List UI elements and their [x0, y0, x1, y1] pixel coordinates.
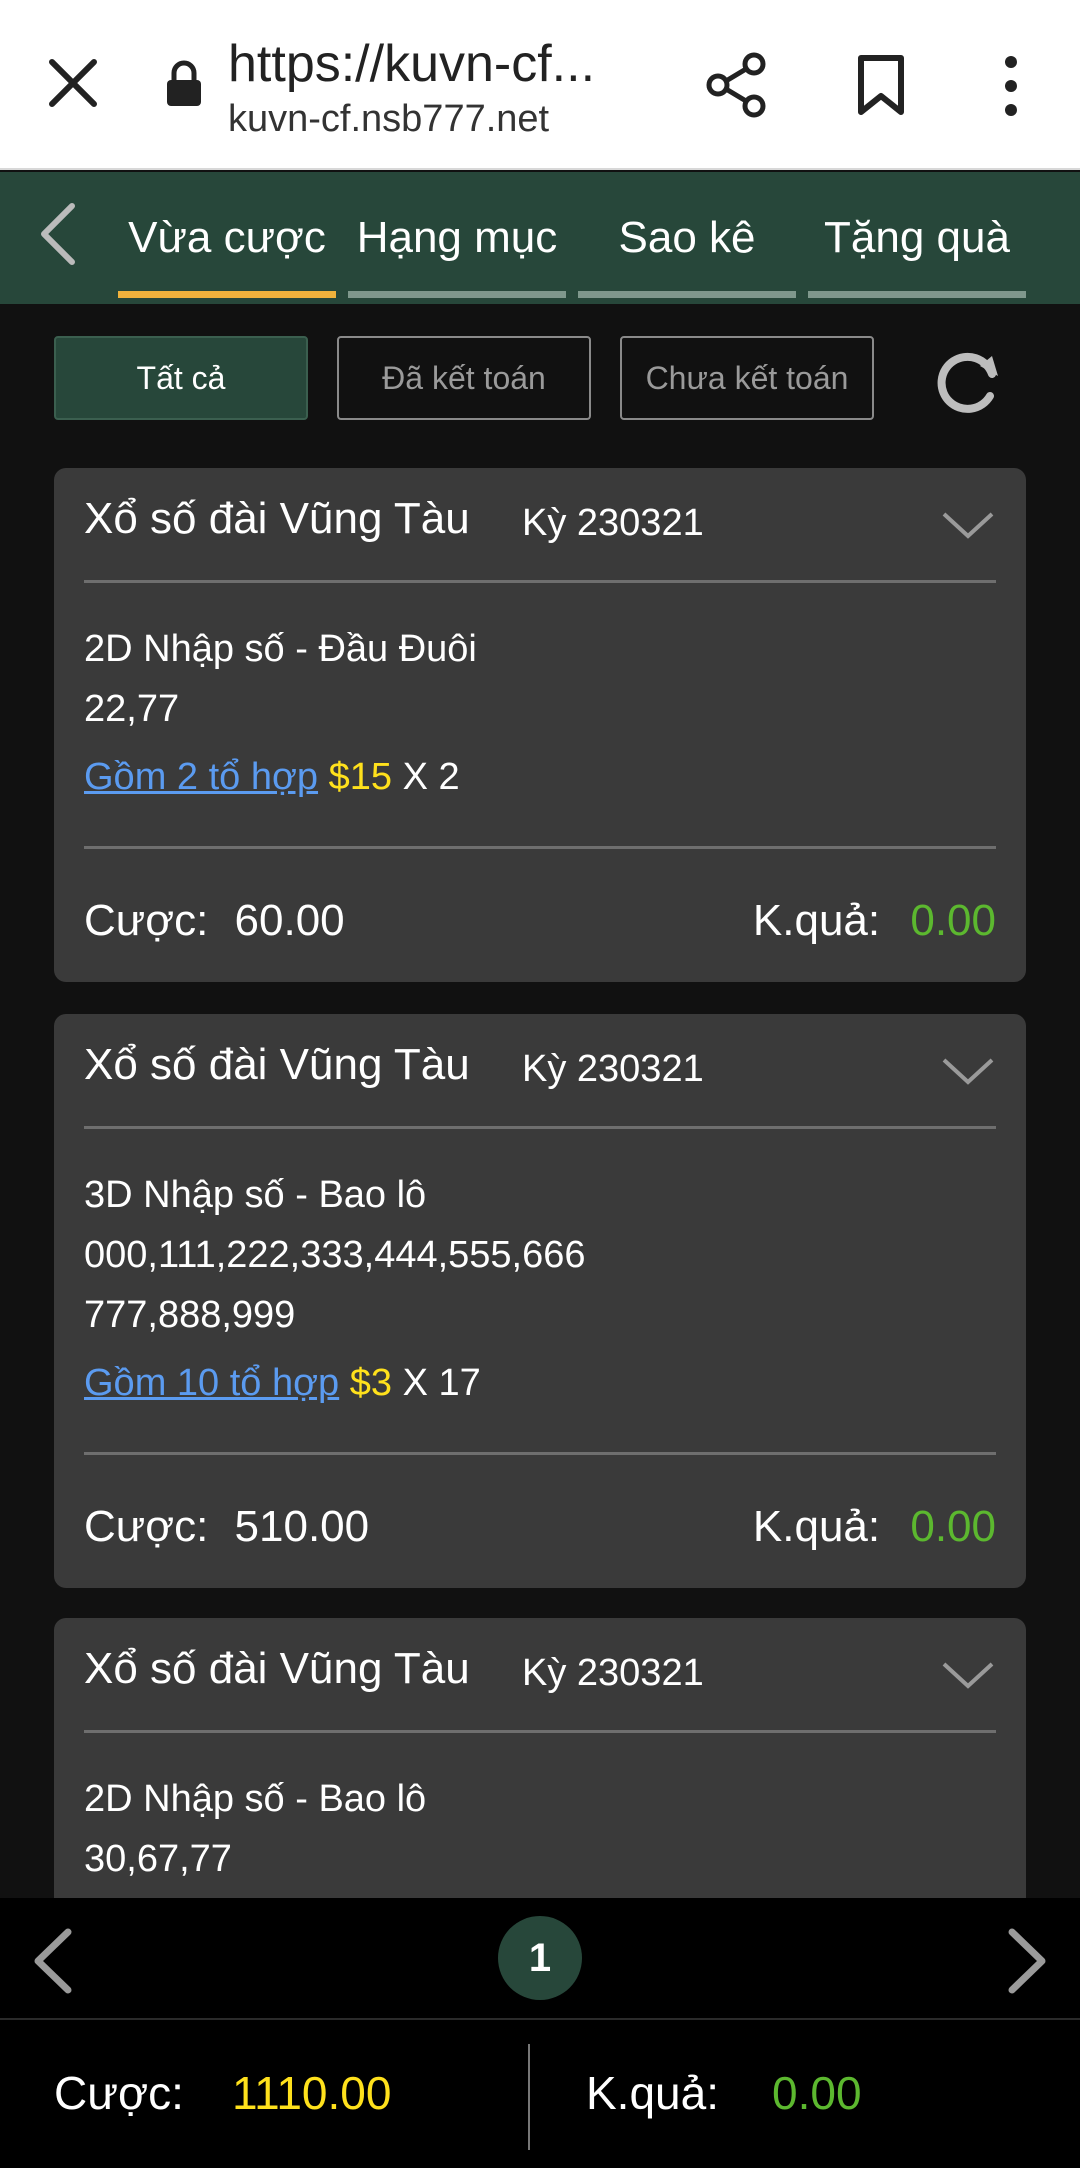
tab-label: Hạng mục: [356, 213, 558, 262]
bet-card[interactable]: Xổ số đài Vũng Tàu Kỳ 230321 2D Nhập số …: [54, 1618, 1026, 1918]
tab-label: Sao kê: [618, 213, 756, 262]
stake-value: 510.00: [234, 1502, 370, 1551]
multiplier: X 17: [402, 1362, 481, 1404]
bet-card[interactable]: Xổ số đài Vũng Tàu Kỳ 230321 2D Nhập số …: [54, 468, 1026, 982]
lock-icon: [167, 60, 201, 106]
filter-all-button[interactable]: Tất cả: [54, 336, 308, 420]
tab-gifts[interactable]: Tặng quà: [808, 172, 1026, 304]
stake-row: Cược: 60.00: [84, 896, 345, 946]
share-icon[interactable]: [706, 52, 768, 118]
divider: [84, 1452, 996, 1455]
tab-label: Vừa cược: [128, 213, 326, 262]
chevron-right-icon[interactable]: [1004, 1926, 1052, 1996]
page-url-title[interactable]: https://kuvn-cf...: [228, 34, 638, 94]
chevron-left-icon[interactable]: [28, 1926, 76, 1996]
tab-recent-bets[interactable]: Vừa cược: [118, 172, 336, 304]
totals-bar: Cược: 1110.00 K.quả: 0.00: [0, 2018, 1080, 2168]
total-stake-value: 1110.00: [232, 2067, 392, 2119]
divider: [84, 580, 996, 583]
tab-indicator: [118, 291, 336, 298]
divider: [528, 2044, 530, 2150]
draw-period: Kỳ 230321: [522, 502, 704, 544]
bet-type: 2D Nhập số - Đầu Đuôi: [84, 628, 477, 670]
total-stake-label: Cược:: [54, 2067, 184, 2119]
bet-type: 3D Nhập số - Bao lô: [84, 1174, 427, 1216]
bet-card[interactable]: Xổ số đài Vũng Tàu Kỳ 230321 3D Nhập số …: [54, 1014, 1026, 1588]
tab-label: Tặng quà: [824, 213, 1010, 262]
category-tab-bar: Vừa cược Hạng mục Sao kê Tặng quà: [0, 172, 1080, 304]
result-row: K.quả: 0.00: [753, 1502, 996, 1552]
divider: [84, 1730, 996, 1733]
stake-row: Cược: 510.00: [84, 1502, 369, 1552]
stake-label: Cược:: [84, 1502, 209, 1551]
combination-link[interactable]: Gồm 10 tổ hợp: [84, 1362, 339, 1404]
chevron-down-icon[interactable]: [940, 508, 996, 542]
bookmark-icon[interactable]: [856, 54, 906, 116]
chevron-down-icon[interactable]: [940, 1054, 996, 1088]
result-value: 0.00: [910, 896, 996, 945]
tab-indicator: [578, 291, 796, 298]
bet-combination-line: Gồm 2 tổ hợp $15 X 2: [84, 756, 460, 799]
result-label: K.quả:: [752, 896, 881, 945]
divider: [84, 1126, 996, 1129]
bet-numbers: 777,888,999: [84, 1294, 296, 1336]
chevron-down-icon[interactable]: [940, 1658, 996, 1692]
lottery-name: Xổ số đài Vũng Tàu: [84, 494, 470, 543]
divider: [84, 846, 996, 849]
bet-numbers: 22,77: [84, 688, 180, 730]
unit-amount: $3: [349, 1362, 393, 1404]
lottery-name: Xổ số đài Vũng Tàu: [84, 1644, 470, 1693]
filter-unsettled-button[interactable]: Chưa kết toán: [620, 336, 874, 420]
tab-indicator: [808, 291, 1026, 298]
tab-statement[interactable]: Sao kê: [578, 172, 796, 304]
result-label: K.quả:: [752, 1502, 881, 1551]
result-row: K.quả: 0.00: [753, 896, 996, 946]
close-icon[interactable]: [44, 54, 102, 112]
total-result-value: 0.00: [772, 2067, 862, 2119]
multiplier: X 2: [402, 756, 460, 798]
combination-link[interactable]: Gồm 2 tổ hợp: [84, 756, 318, 798]
bet-card-header: Xổ số đài Vũng Tàu Kỳ 230321: [84, 1040, 996, 1100]
stake-label: Cược:: [84, 896, 209, 945]
result-value: 0.00: [910, 1502, 996, 1551]
lottery-name: Xổ số đài Vũng Tàu: [84, 1040, 470, 1089]
chevron-left-icon[interactable]: [36, 200, 80, 268]
bet-numbers: 000,111,222,333,444,555,666: [84, 1234, 586, 1276]
current-page[interactable]: 1: [498, 1916, 582, 2000]
tab-categories[interactable]: Hạng mục: [348, 172, 566, 304]
draw-period: Kỳ 230321: [522, 1652, 704, 1694]
filter-settled-button[interactable]: Đã kết toán: [337, 336, 591, 420]
pagination: 1: [0, 1898, 1080, 2018]
bet-card-header: Xổ số đài Vũng Tàu Kỳ 230321: [84, 1644, 996, 1704]
tab-indicator: [348, 291, 566, 298]
bet-combination-line: Gồm 10 tổ hợp $3 X 17: [84, 1362, 481, 1405]
page-domain: kuvn-cf.nsb777.net: [228, 98, 550, 140]
bet-type: 2D Nhập số - Bao lô: [84, 1778, 427, 1820]
bet-card-header: Xổ số đài Vũng Tàu Kỳ 230321: [84, 494, 996, 554]
total-result-label: K.quả:: [586, 2067, 719, 2119]
more-options-icon[interactable]: [998, 54, 1024, 118]
browser-toolbar: https://kuvn-cf... kuvn-cf.nsb777.net: [0, 0, 1080, 170]
draw-period: Kỳ 230321: [522, 1048, 704, 1090]
bet-numbers: 30,67,77: [84, 1838, 232, 1880]
stake-value: 60.00: [234, 896, 345, 945]
unit-amount: $15: [328, 756, 392, 798]
refresh-icon[interactable]: [930, 344, 1006, 420]
